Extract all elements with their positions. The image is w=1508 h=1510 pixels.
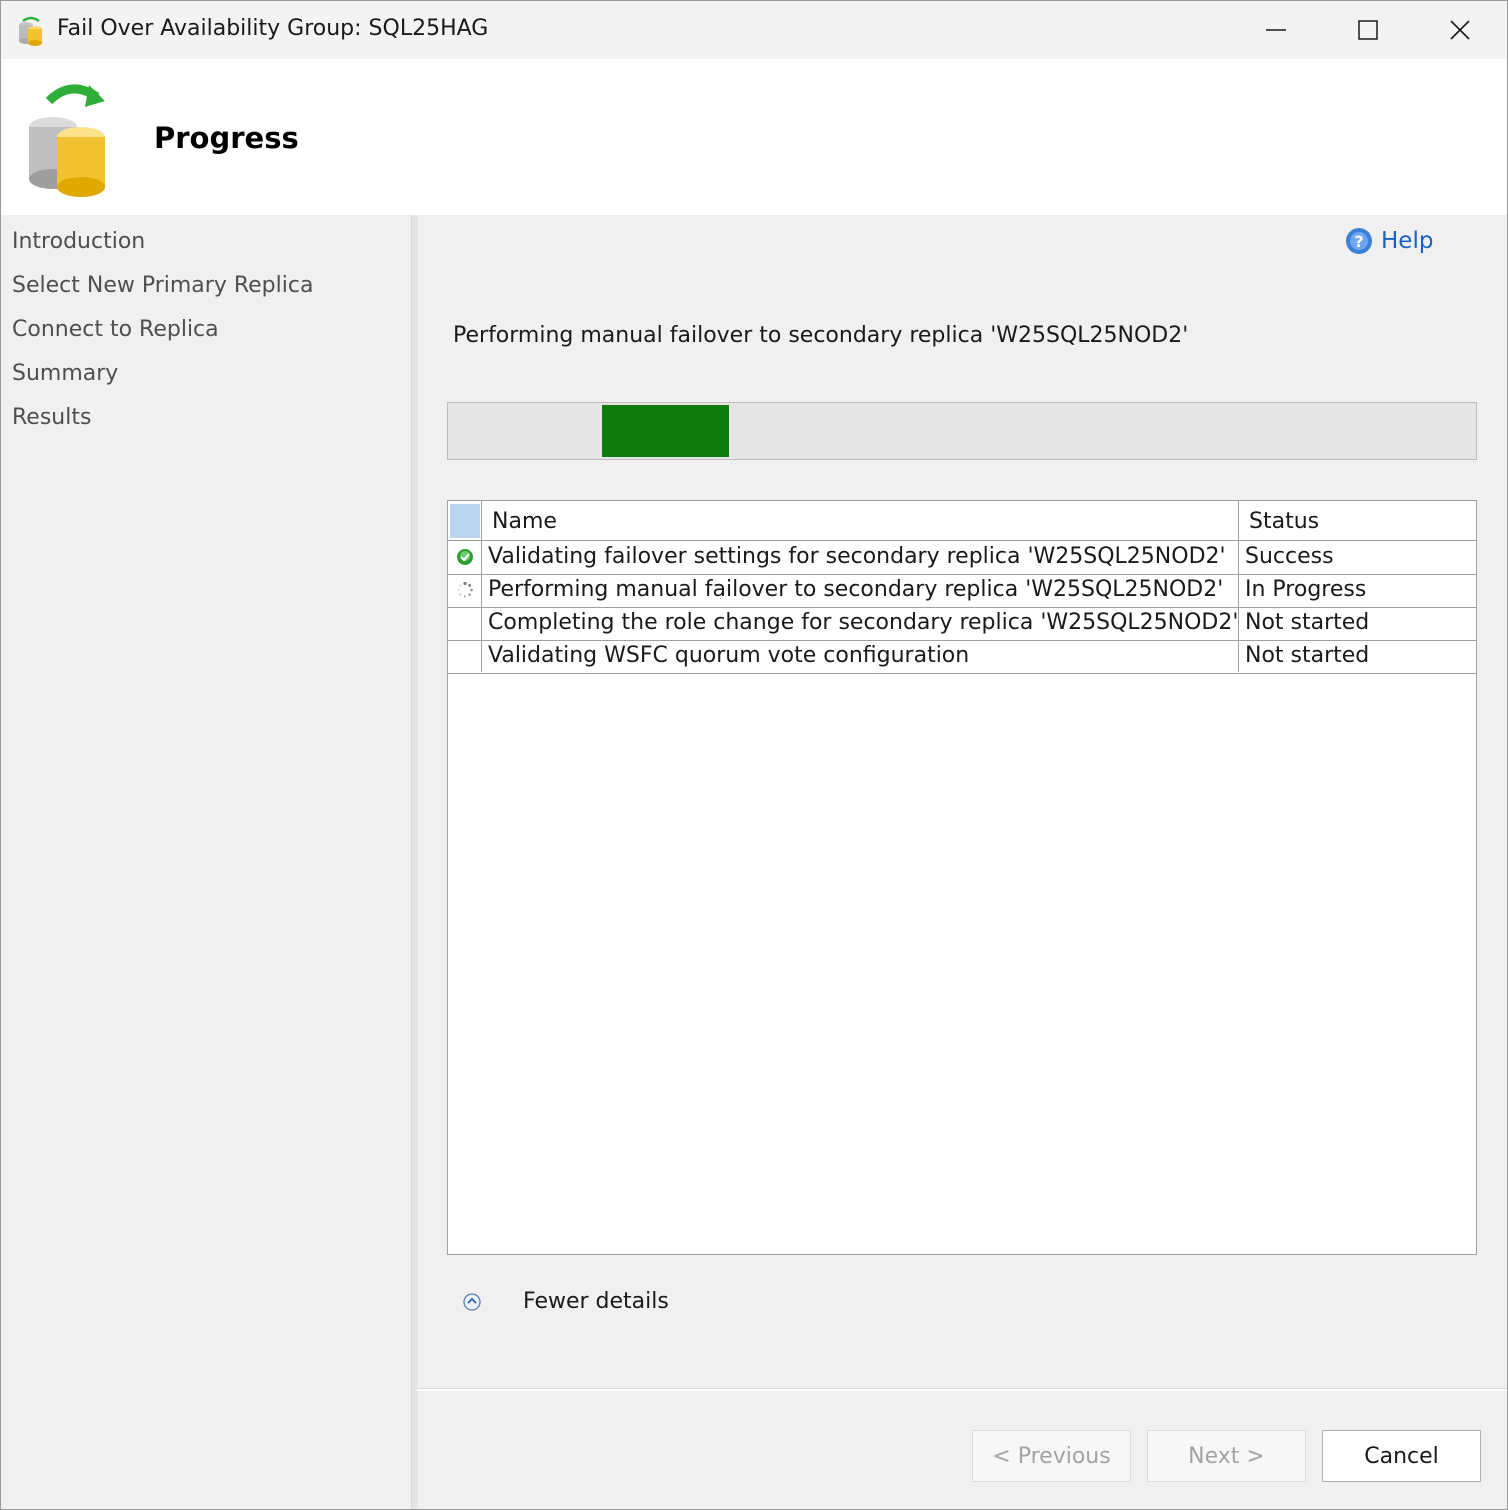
row-name: Validating WSFC quorum vote configuratio… [488, 643, 970, 668]
progress-fill [602, 405, 729, 457]
close-icon [1450, 20, 1470, 40]
fewer-details-label[interactable]: Fewer details [523, 1289, 669, 1314]
svg-text:?: ? [1354, 232, 1363, 251]
nav-item-summary[interactable]: Summary [12, 361, 118, 386]
collapse-icon [463, 1292, 481, 1311]
grid-header: Name Status [448, 501, 1476, 541]
help-icon: ? [1346, 228, 1372, 254]
row-name: Performing manual failover to secondary … [488, 577, 1224, 602]
fewer-details-toggle[interactable]: Fewer details [461, 1289, 669, 1314]
table-row[interactable]: Performing manual failover to secondary … [448, 574, 1476, 608]
footer-divider [417, 1388, 1507, 1391]
cancel-button[interactable]: Cancel [1322, 1430, 1481, 1482]
database-failover-icon [29, 84, 105, 197]
spinner-icon [457, 581, 473, 598]
close-button[interactable] [1415, 1, 1505, 59]
nav-item-introduction[interactable]: Introduction [12, 229, 145, 254]
availability-group-icon [19, 16, 42, 46]
success-icon [457, 549, 473, 565]
wizard-nav: Introduction Select New Primary Replica … [1, 215, 411, 1509]
window-title: Fail Over Availability Group: SQL25HAG [57, 16, 489, 41]
minimize-icon [1266, 29, 1286, 31]
nav-item-results[interactable]: Results [12, 405, 91, 430]
progress-bar [447, 402, 1477, 460]
maximize-icon [1358, 20, 1378, 40]
wizard-window: Fail Over Availability Group: SQL25HAG P… [0, 0, 1508, 1510]
row-status: Success [1245, 544, 1334, 569]
nav-item-connect-to-replica[interactable]: Connect to Replica [12, 317, 219, 342]
previous-button[interactable]: < Previous [972, 1430, 1131, 1482]
row-name: Validating failover settings for seconda… [488, 544, 1226, 569]
nav-item-select-new-primary-replica[interactable]: Select New Primary Replica [12, 273, 313, 298]
title-bar: Fail Over Availability Group: SQL25HAG [1, 1, 1507, 59]
nav-divider [411, 215, 418, 1509]
page-title: Progress [154, 121, 299, 155]
column-header-name[interactable]: Name [492, 509, 557, 534]
status-message: Performing manual failover to secondary … [453, 323, 1189, 348]
table-row[interactable]: Validating WSFC quorum vote configuratio… [448, 640, 1476, 674]
table-row[interactable]: Completing the role change for secondary… [448, 607, 1476, 641]
wizard-header: Progress [1, 59, 1507, 215]
row-status: Not started [1245, 610, 1370, 635]
minimize-button[interactable] [1231, 1, 1321, 59]
column-header-status[interactable]: Status [1249, 509, 1319, 534]
maximize-button[interactable] [1323, 1, 1413, 59]
next-button[interactable]: Next > [1147, 1430, 1306, 1482]
row-status: In Progress [1245, 577, 1367, 602]
row-status: Not started [1245, 643, 1370, 668]
progress-grid: Name Status Validating failover settings… [447, 500, 1477, 1255]
row-selector-header[interactable] [450, 504, 480, 538]
help-label[interactable]: Help [1381, 228, 1433, 254]
row-name: Completing the role change for secondary… [488, 610, 1239, 635]
table-row[interactable]: Validating failover settings for seconda… [448, 541, 1476, 575]
help-link[interactable]: ? Help [1345, 227, 1433, 255]
